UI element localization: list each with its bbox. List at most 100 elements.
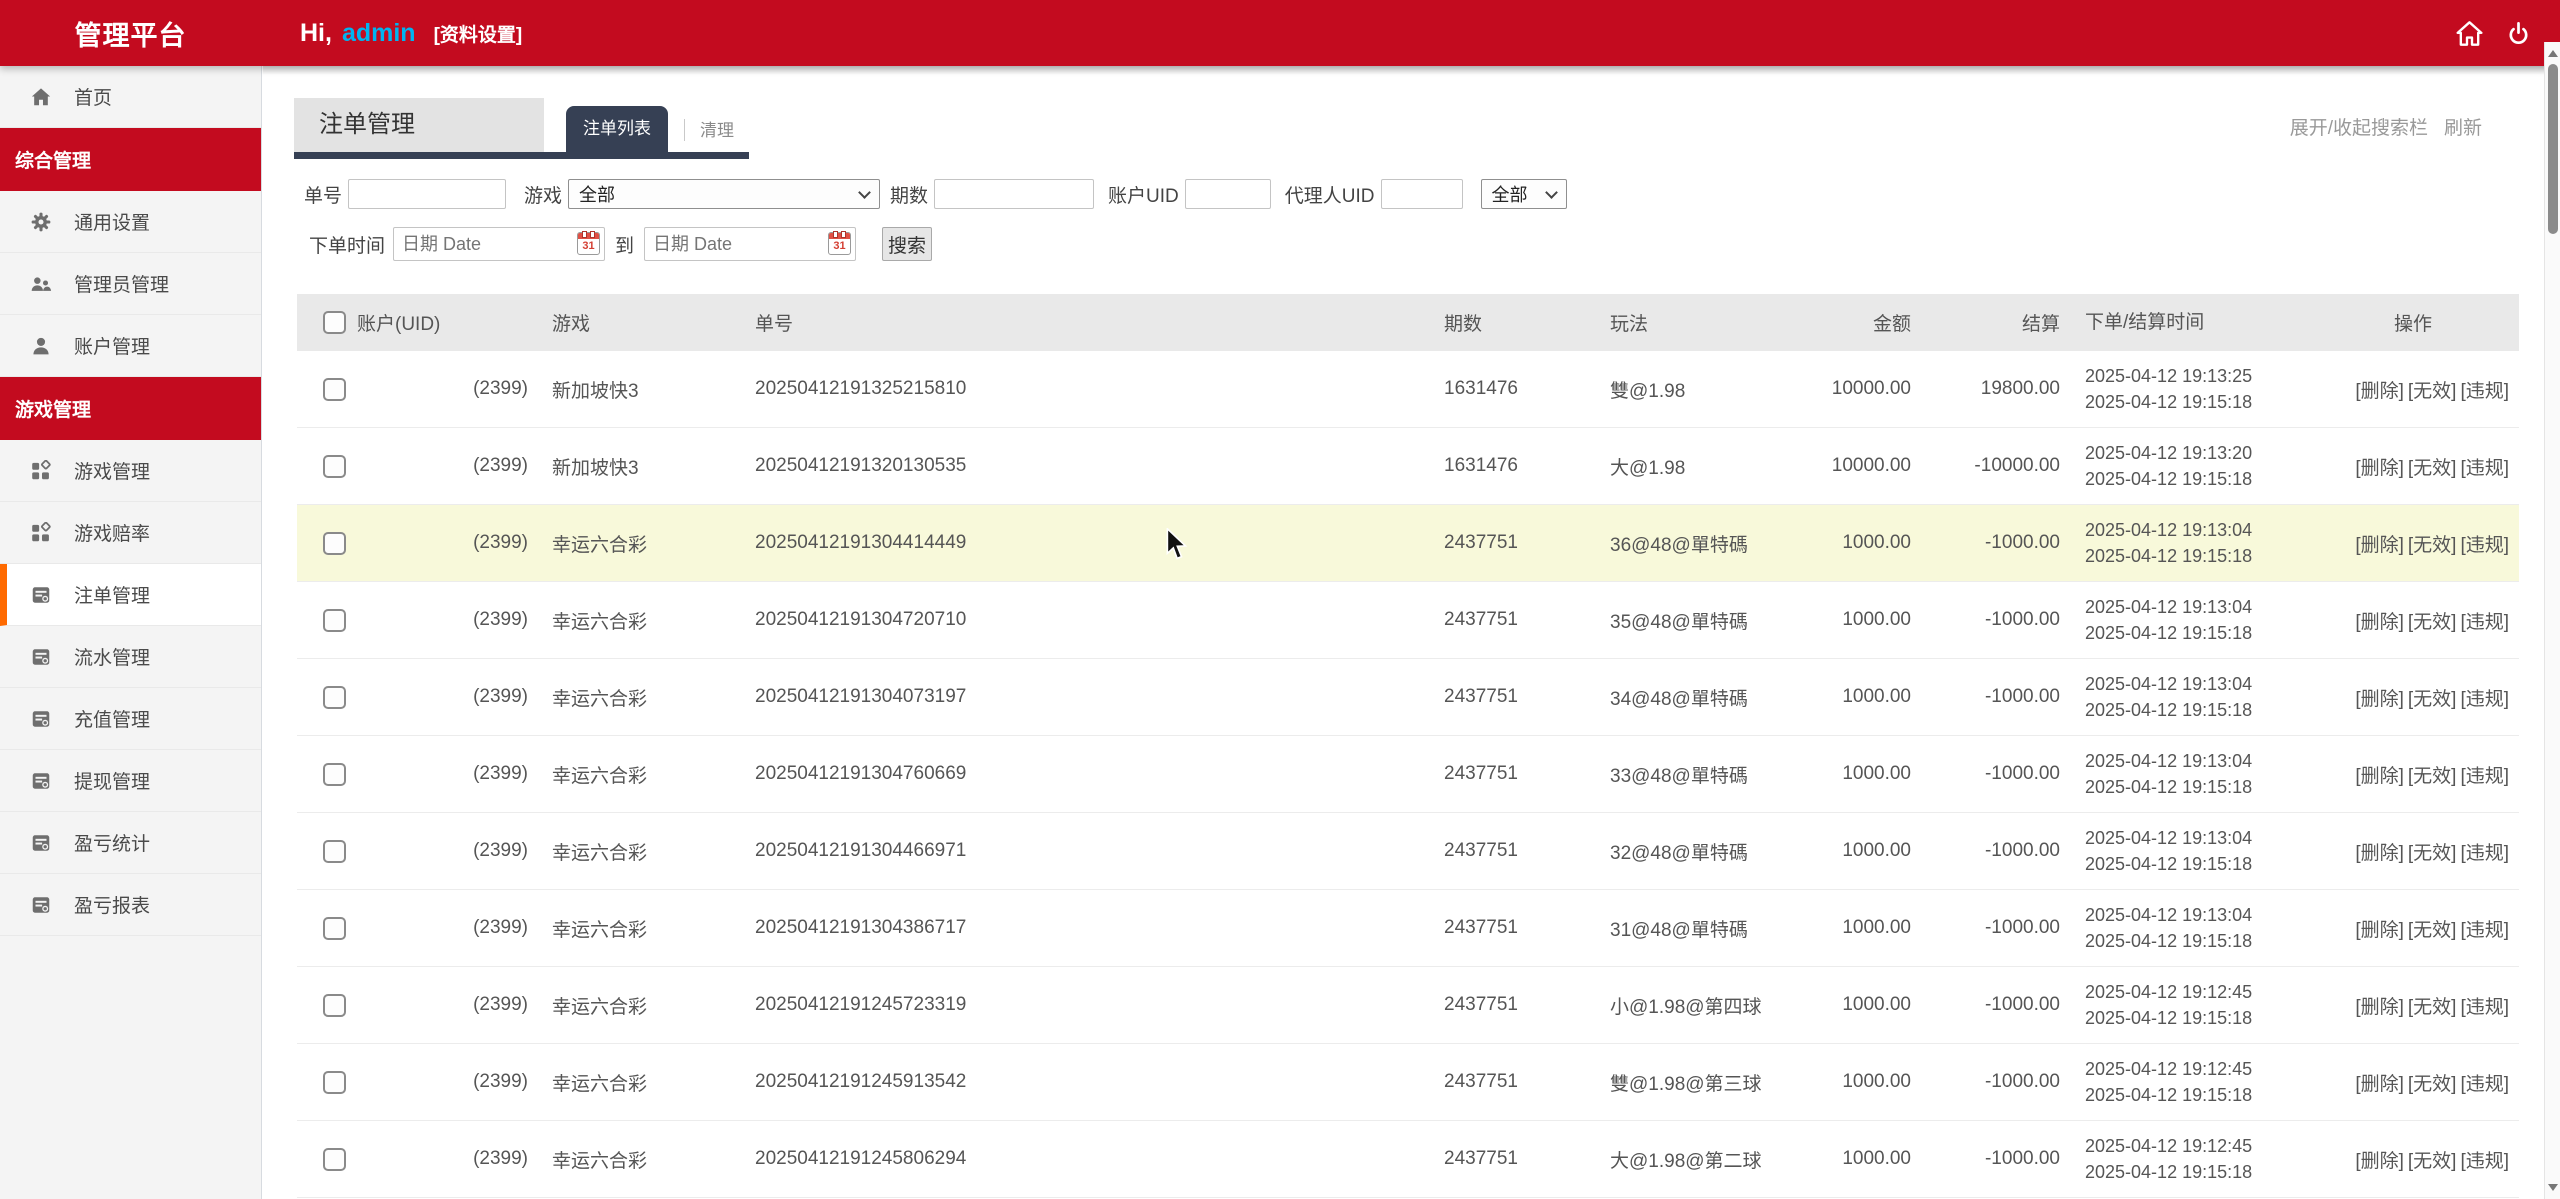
violation-action[interactable]: [违规]: [2460, 612, 2509, 633]
cell-game: 幸运六合彩: [537, 761, 752, 788]
violation-action[interactable]: [违规]: [2460, 1151, 2509, 1172]
sidebar-item-盈亏统计[interactable]: 盈亏统计: [0, 812, 261, 874]
doc-icon: [30, 584, 52, 606]
row-checkbox[interactable]: [323, 1148, 346, 1171]
sidebar-item-管理员管理[interactable]: 管理员管理: [0, 253, 261, 315]
invalid-action[interactable]: [无效]: [2408, 766, 2457, 787]
scrollbar-thumb[interactable]: [2548, 64, 2558, 234]
delete-action[interactable]: [删除]: [2355, 920, 2404, 941]
sidebar-item-label: 首页: [74, 83, 112, 110]
search-button[interactable]: 搜索: [882, 227, 932, 261]
agent-uid-input[interactable]: [1381, 179, 1463, 209]
delete-action[interactable]: [删除]: [2355, 535, 2404, 556]
sidebar-item-注单管理[interactable]: 注单管理: [0, 564, 261, 626]
delete-action[interactable]: [删除]: [2355, 1074, 2404, 1095]
sidebar-item-通用设置[interactable]: 通用设置: [0, 191, 261, 253]
invalid-action[interactable]: [无效]: [2408, 920, 2457, 941]
status-select[interactable]: 全部: [1481, 179, 1567, 209]
delete-action[interactable]: [删除]: [2355, 381, 2404, 402]
delete-action[interactable]: [删除]: [2355, 689, 2404, 710]
violation-action[interactable]: [违规]: [2460, 458, 2509, 479]
cell-game: 幸运六合彩: [537, 838, 752, 865]
row-checkbox[interactable]: [323, 686, 346, 709]
invalid-action[interactable]: [无效]: [2408, 997, 2457, 1018]
select-all-checkbox[interactable]: [323, 311, 346, 334]
sidebar-item-label: 提现管理: [74, 767, 150, 794]
sidebar-item-label: 充值管理: [74, 705, 150, 732]
sidebar-item-首页[interactable]: 首页: [0, 66, 261, 128]
date-from-input[interactable]: [393, 227, 605, 261]
period-input[interactable]: [934, 179, 1094, 209]
game-select[interactable]: 全部: [568, 179, 880, 209]
violation-action[interactable]: [违规]: [2460, 689, 2509, 710]
calendar-icon[interactable]: 31: [828, 232, 851, 255]
cell-period: 2437751: [1442, 1148, 1608, 1170]
power-icon[interactable]: [2505, 21, 2532, 46]
row-checkbox[interactable]: [323, 763, 346, 786]
violation-action[interactable]: [违规]: [2460, 997, 2509, 1018]
sidebar-item-盈亏报表[interactable]: 盈亏报表: [0, 874, 261, 936]
profile-settings-link[interactable]: [资料设置]: [434, 20, 523, 47]
calendar-icon[interactable]: 31: [577, 232, 600, 255]
settle-time: 2025-04-12 19:15:18: [2085, 1159, 2307, 1185]
date-to-input[interactable]: [644, 227, 856, 261]
cell-order-no: 20250412191320130535: [752, 455, 1442, 477]
invalid-action[interactable]: [无效]: [2408, 535, 2457, 556]
tab-order-list[interactable]: 注单列表: [566, 106, 668, 152]
violation-action[interactable]: [违规]: [2460, 920, 2509, 941]
invalid-action[interactable]: [无效]: [2408, 689, 2457, 710]
row-checkbox[interactable]: [323, 1071, 346, 1094]
cell-settlement: -1000.00: [1968, 1148, 2067, 1170]
sidebar-item-账户管理[interactable]: 账户管理: [0, 315, 261, 377]
sidebar-item-游戏管理[interactable]: 游戏管理: [0, 440, 261, 502]
order-no-input[interactable]: [348, 179, 506, 209]
toggle-search-bar-link[interactable]: 展开/收起搜索栏: [2290, 113, 2428, 140]
violation-action[interactable]: [违规]: [2460, 766, 2509, 787]
cell-account-uid: (2399): [347, 840, 537, 862]
sidebar-item-提现管理[interactable]: 提现管理: [0, 750, 261, 812]
invalid-action[interactable]: [无效]: [2408, 1151, 2457, 1172]
row-checkbox[interactable]: [323, 840, 346, 863]
tab-cleanup[interactable]: 清理: [685, 116, 749, 152]
cell-times: 2025-04-12 19:13:042025-04-12 19:15:18: [2067, 671, 2307, 723]
refresh-link[interactable]: 刷新: [2444, 113, 2482, 140]
account-uid-input[interactable]: [1185, 179, 1271, 209]
sidebar-item-游戏赔率[interactable]: 游戏赔率: [0, 502, 261, 564]
row-checkbox[interactable]: [323, 609, 346, 632]
violation-action[interactable]: [违规]: [2460, 381, 2509, 402]
row-checkbox[interactable]: [323, 378, 346, 401]
invalid-action[interactable]: [无效]: [2408, 381, 2457, 402]
sidebar-item-label: 注单管理: [74, 581, 150, 608]
invalid-action[interactable]: [无效]: [2408, 612, 2457, 633]
home-icon[interactable]: [2456, 21, 2483, 46]
row-checkbox[interactable]: [323, 994, 346, 1017]
scroll-down-arrow[interactable]: [2548, 1184, 2558, 1191]
row-checkbox[interactable]: [323, 532, 346, 555]
gear-icon: [30, 211, 52, 233]
violation-action[interactable]: [违规]: [2460, 843, 2509, 864]
delete-action[interactable]: [删除]: [2355, 458, 2404, 479]
sidebar-item-流水管理[interactable]: 流水管理: [0, 626, 261, 688]
doc-icon: [30, 646, 52, 668]
invalid-action[interactable]: [无效]: [2408, 1074, 2457, 1095]
violation-action[interactable]: [违规]: [2460, 535, 2509, 556]
scroll-up-arrow[interactable]: [2548, 50, 2558, 57]
to-label: 到: [615, 231, 634, 258]
cell-game: 新加坡快3: [537, 376, 752, 403]
sidebar-item-充值管理[interactable]: 充值管理: [0, 688, 261, 750]
scrollbar[interactable]: [2544, 42, 2560, 1199]
invalid-action[interactable]: [无效]: [2408, 843, 2457, 864]
violation-action[interactable]: [违规]: [2460, 1074, 2509, 1095]
cell-order-no: 20250412191304386717: [752, 917, 1442, 939]
delete-action[interactable]: [删除]: [2355, 612, 2404, 633]
sidebar-item-label: 盈亏统计: [74, 829, 150, 856]
delete-action[interactable]: [删除]: [2355, 766, 2404, 787]
row-checkbox[interactable]: [323, 455, 346, 478]
col-header-amount: 金额: [1808, 309, 1968, 336]
delete-action[interactable]: [删除]: [2355, 1151, 2404, 1172]
delete-action[interactable]: [删除]: [2355, 997, 2404, 1018]
row-checkbox[interactable]: [323, 917, 346, 940]
settle-time: 2025-04-12 19:15:18: [2085, 851, 2307, 877]
invalid-action[interactable]: [无效]: [2408, 458, 2457, 479]
delete-action[interactable]: [删除]: [2355, 843, 2404, 864]
